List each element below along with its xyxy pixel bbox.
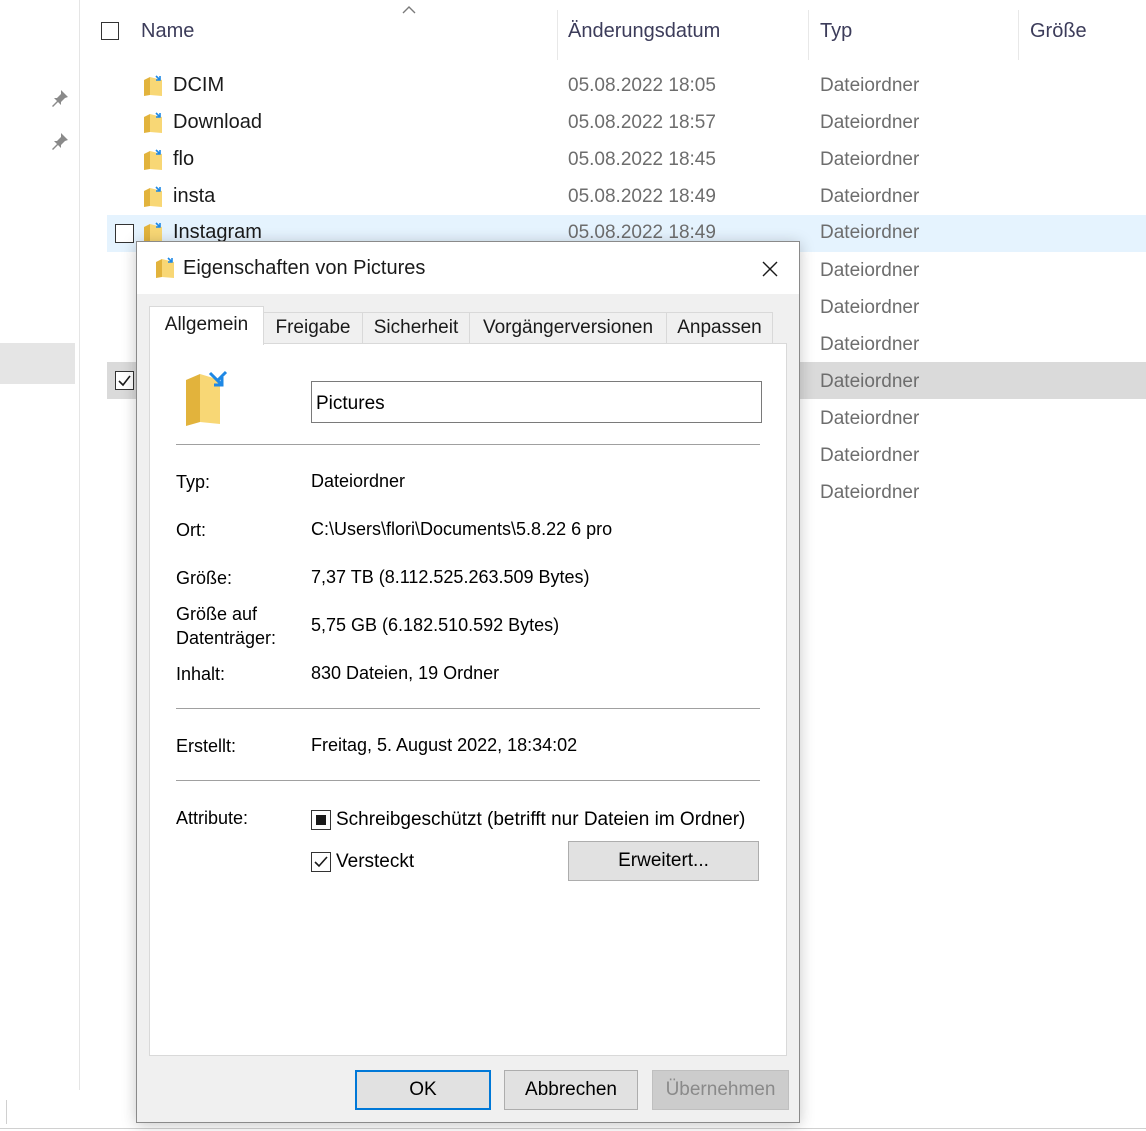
- pin-icon[interactable]: [50, 88, 70, 108]
- file-type: Dateiordner: [820, 297, 920, 318]
- folder-icon: [144, 75, 162, 96]
- location-value: C:\Users\flori\Documents\5.8.22 6 pro: [311, 519, 613, 539]
- file-date: 05.08.2022 18:45: [568, 149, 716, 170]
- type-label: Typ:: [176, 472, 211, 492]
- apply-button[interactable]: Übernehmen: [652, 1070, 789, 1110]
- file-type: Dateiordner: [820, 75, 920, 96]
- column-separator[interactable]: [808, 10, 809, 60]
- ok-button[interactable]: OK: [355, 1070, 491, 1110]
- hidden-label[interactable]: Versteckt: [336, 851, 414, 873]
- tab-allgemein[interactable]: Allgemein: [149, 306, 264, 345]
- section-divider: [176, 780, 760, 781]
- status-bar-border: [0, 1128, 1146, 1129]
- checkmark-icon: [314, 856, 328, 868]
- file-date: 05.08.2022 18:49: [568, 186, 716, 207]
- file-type: Dateiordner: [820, 260, 920, 281]
- folder-name-input[interactable]: [311, 381, 762, 423]
- tab-anpassen[interactable]: Anpassen: [666, 312, 773, 344]
- folder-icon: [144, 149, 162, 170]
- file-name: insta: [173, 185, 216, 207]
- checkmark-icon: [118, 375, 131, 387]
- indeterminate-mark: [316, 815, 326, 825]
- column-header-size[interactable]: Größe: [1030, 20, 1087, 43]
- navigation-pane: [0, 0, 80, 1090]
- file-type: Dateiordner: [820, 482, 920, 503]
- section-divider: [176, 444, 760, 445]
- row-checkbox-checked[interactable]: [115, 371, 134, 390]
- tab-freigabe[interactable]: Freigabe: [263, 312, 363, 344]
- column-separator[interactable]: [557, 10, 558, 60]
- pin-icon[interactable]: [50, 131, 70, 151]
- status-bar-divider: [6, 1100, 7, 1124]
- column-header-row: Name Änderungsdatum Typ Größe: [80, 0, 1146, 64]
- contents-value: 830 Dateien, 19 Ordner: [311, 663, 500, 683]
- file-name: Download: [173, 111, 262, 133]
- folder-icon: [186, 370, 228, 426]
- file-row[interactable]: Download 05.08.2022 18:57 Dateiordner: [107, 105, 1146, 142]
- contents-label: Inhalt:: [176, 664, 226, 684]
- hidden-checkbox[interactable]: [311, 852, 331, 872]
- file-type: Dateiordner: [820, 445, 920, 466]
- close-button[interactable]: [749, 254, 791, 284]
- close-icon: [762, 261, 778, 277]
- advanced-button[interactable]: Erweitert...: [568, 841, 759, 881]
- select-all-checkbox[interactable]: [101, 22, 119, 40]
- column-header-date[interactable]: Änderungsdatum: [568, 20, 720, 43]
- tab-panel-allgemein: Typ: Dateiordner Ort: C:\Users\flori\Doc…: [149, 343, 787, 1056]
- file-row[interactable]: flo 05.08.2022 18:45 Dateiordner: [107, 142, 1146, 179]
- size-value: 7,37 TB (8.112.525.263.509 Bytes): [311, 567, 590, 587]
- size-label: Größe:: [176, 568, 233, 588]
- column-separator[interactable]: [1018, 10, 1019, 60]
- sort-caret-icon: [402, 6, 416, 14]
- file-date: 05.08.2022 18:57: [568, 112, 716, 133]
- folder-icon: [156, 257, 174, 278]
- file-date: 05.08.2022 18:05: [568, 75, 716, 96]
- file-type: Dateiordner: [820, 186, 920, 207]
- cancel-button[interactable]: Abbrechen: [504, 1070, 638, 1110]
- created-label: Erstellt:: [176, 736, 237, 756]
- file-type: Dateiordner: [820, 408, 920, 429]
- readonly-checkbox[interactable]: [311, 810, 331, 830]
- attributes-label: Attribute:: [176, 808, 249, 828]
- file-type: Dateiordner: [820, 222, 920, 243]
- type-value: Dateiordner: [311, 471, 406, 491]
- folder-icon: [144, 186, 162, 207]
- file-type: Dateiordner: [820, 149, 920, 170]
- location-label: Ort:: [176, 520, 206, 540]
- file-name: flo: [173, 148, 195, 170]
- size-on-disk-value: 5,75 GB (6.182.510.592 Bytes): [311, 615, 560, 635]
- section-divider: [176, 708, 760, 709]
- created-value: Freitag, 5. August 2022, 18:34:02: [311, 735, 578, 755]
- size-on-disk-label-line2: Datenträger:: [176, 628, 277, 648]
- column-header-type[interactable]: Typ: [820, 20, 852, 43]
- file-row[interactable]: DCIM 05.08.2022 18:05 Dateiordner: [107, 68, 1146, 105]
- file-type: Dateiordner: [820, 371, 920, 392]
- file-type: Dateiordner: [820, 112, 920, 133]
- readonly-label[interactable]: Schreibgeschützt (betrifft nur Dateien i…: [336, 809, 745, 831]
- file-row[interactable]: insta 05.08.2022 18:49 Dateiordner: [107, 179, 1146, 216]
- row-checkbox[interactable]: [115, 224, 134, 243]
- size-on-disk-label: Größe auf: [176, 604, 258, 624]
- column-header-name[interactable]: Name: [141, 20, 194, 43]
- dialog-titlebar[interactable]: Eigenschaften von Pictures: [137, 242, 799, 294]
- folder-icon: [144, 112, 162, 133]
- nav-selected-item[interactable]: [0, 343, 75, 384]
- tab-vorgaengerversionen[interactable]: Vorgängerversionen: [469, 312, 667, 344]
- file-type: Dateiordner: [820, 334, 920, 355]
- properties-dialog: Eigenschaften von Pictures Allgemein Fre…: [136, 241, 800, 1123]
- file-name: DCIM: [173, 74, 225, 96]
- dialog-title: Eigenschaften von Pictures: [183, 257, 426, 279]
- tab-sicherheit[interactable]: Sicherheit: [362, 312, 470, 344]
